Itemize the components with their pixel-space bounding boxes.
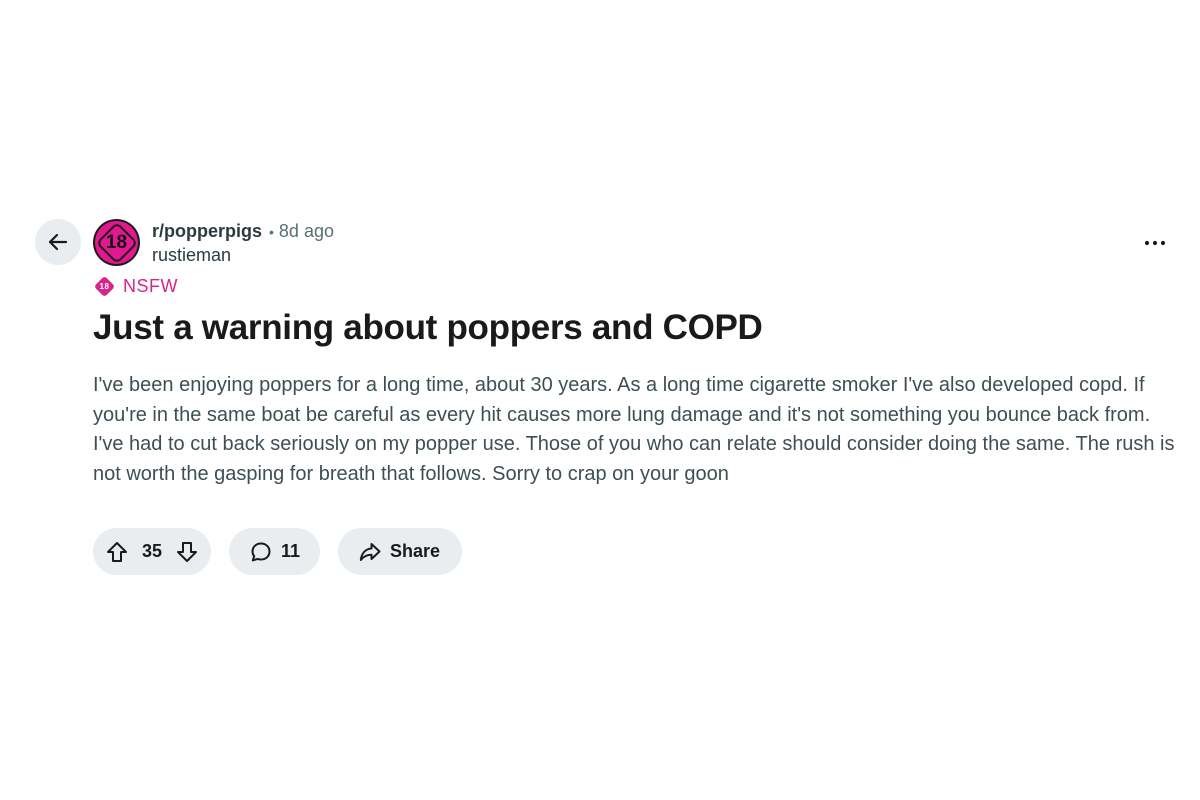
subreddit-link[interactable]: r/popperpigs (152, 220, 262, 243)
post-timestamp: 8d ago (278, 221, 334, 241)
comments-button[interactable]: 11 (229, 528, 320, 575)
arrow-up-icon (107, 541, 127, 562)
more-options-button[interactable] (1138, 229, 1172, 257)
vote-count: 35 (141, 541, 163, 561)
downvote-button[interactable] (175, 540, 199, 564)
upvote-button[interactable] (105, 540, 129, 564)
meta-separator: • (269, 224, 274, 240)
post-title: Just a warning about poppers and COPD (93, 308, 763, 347)
post-meta: r/popperpigs • 8d ago rustieman (152, 220, 334, 267)
avatar-label: 18 (105, 231, 128, 253)
post-body: I've been enjoying poppers for a long ti… (93, 374, 1175, 485)
post-actions: 35 11 Share (93, 528, 462, 575)
vote-control: 35 (93, 528, 211, 575)
speech-bubble-icon (249, 540, 273, 564)
nsfw-icon-label: 18 (99, 282, 110, 291)
nsfw-label: NSFW (123, 276, 178, 296)
share-arrow-icon (358, 540, 382, 564)
comment-count: 11 (281, 541, 301, 561)
back-button[interactable] (35, 219, 81, 265)
post-detail: 18 r/popperpigs • 8d ago rustieman 18 NS… (0, 0, 1200, 800)
share-label: Share (390, 541, 441, 561)
nsfw-icon: 18 (93, 275, 116, 298)
nsfw-tag: 18 NSFW (93, 275, 178, 298)
arrow-down-icon (177, 541, 197, 562)
author-link[interactable]: rustieman (152, 244, 334, 267)
subreddit-avatar[interactable]: 18 (93, 219, 140, 266)
share-button[interactable]: Share (338, 528, 462, 575)
arrow-left-icon (46, 230, 70, 254)
more-horizontal-icon (1144, 240, 1166, 246)
